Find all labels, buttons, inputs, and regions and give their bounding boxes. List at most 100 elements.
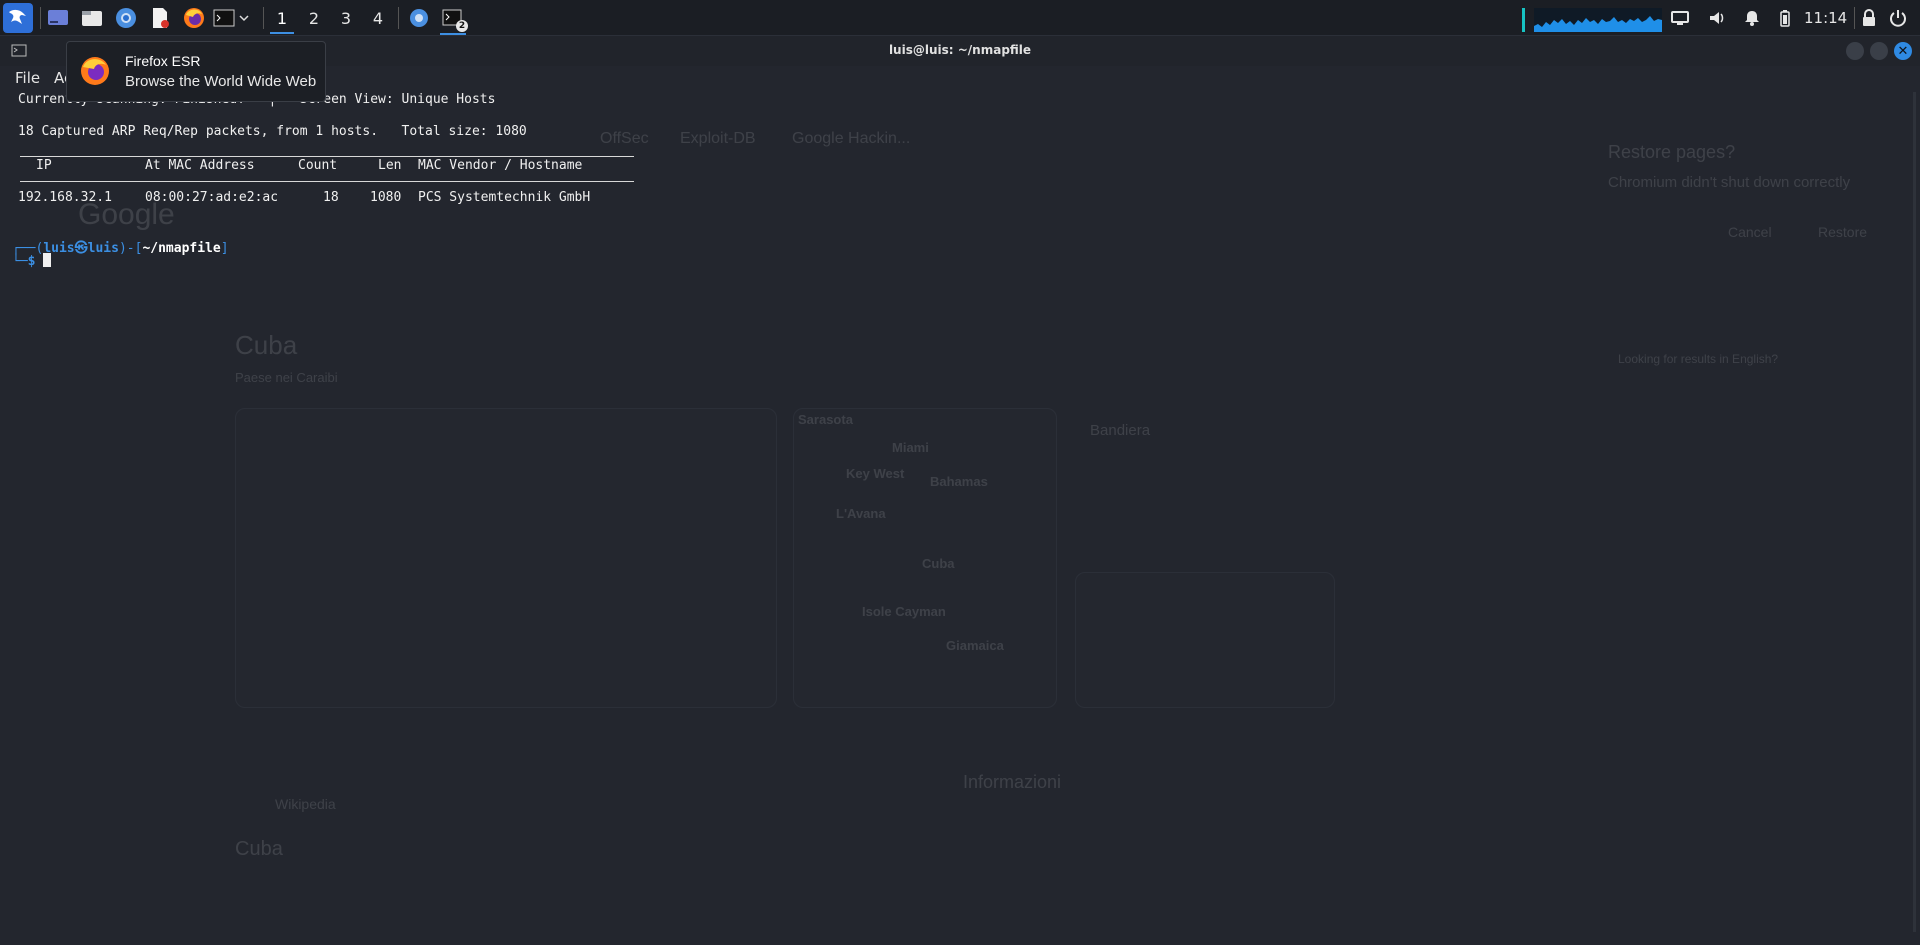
- info-title: Informazioni: [963, 772, 1062, 792]
- restore-cancel: Cancel: [1728, 224, 1772, 240]
- map-label: Bahamas: [930, 474, 988, 489]
- prompt-path: ~/nmapfile: [142, 241, 221, 256]
- battery-tray[interactable]: [1775, 8, 1795, 28]
- power-icon: [1890, 10, 1906, 27]
- ghost-map: [793, 408, 1057, 708]
- table-top-rule: [20, 156, 634, 157]
- task-terminal[interactable]: 2: [440, 5, 468, 35]
- result-title: Cuba: [235, 330, 298, 360]
- map-label: Cuba: [922, 556, 955, 571]
- file-manager-launcher[interactable]: [79, 5, 105, 31]
- close-icon: ✕: [1897, 43, 1909, 59]
- row-count: 18: [323, 190, 339, 205]
- top-panel: 1 2 3 4 2 11:14: [0, 0, 1920, 36]
- notifications-tray[interactable]: [1742, 8, 1762, 28]
- desktop-icon: [48, 10, 68, 25]
- workspace-1[interactable]: 1: [268, 4, 296, 34]
- close-button[interactable]: ✕: [1894, 42, 1912, 60]
- prompt-second: └─: [12, 254, 28, 269]
- document-edit-icon: [153, 8, 169, 28]
- map-label: Key West: [846, 466, 905, 481]
- workspace-3[interactable]: 3: [332, 4, 360, 32]
- panel-separator: [40, 7, 41, 29]
- workspace-4[interactable]: 4: [364, 4, 392, 32]
- terminal-launcher[interactable]: [211, 5, 237, 31]
- header-mac: At MAC Address: [145, 158, 255, 173]
- cpu-graph-edge: [1522, 8, 1525, 32]
- header-len: Len: [378, 158, 402, 173]
- kali-menu-button[interactable]: [3, 3, 33, 33]
- ghost-video: [1075, 572, 1335, 708]
- task-chromium[interactable]: [406, 5, 432, 31]
- browser-launcher[interactable]: [113, 5, 139, 31]
- volume-tray[interactable]: [1707, 8, 1727, 28]
- task-count-badge: 2: [456, 20, 468, 32]
- tooltip-title: Firefox ESR: [125, 53, 201, 69]
- text-cursor: [43, 253, 52, 267]
- firefox-icon: [184, 8, 204, 28]
- speaker-icon: [1710, 12, 1724, 24]
- bookmark: OffSec: [600, 130, 649, 147]
- wiki-source: Wikipedia: [275, 796, 336, 812]
- map-label: Sarasota: [798, 412, 853, 427]
- terminal-scrollbar[interactable]: [1913, 92, 1916, 932]
- battery-icon: [1780, 10, 1790, 27]
- panel-separator: [398, 7, 399, 29]
- panel-separator: [1854, 7, 1855, 29]
- restore-title: Restore pages?: [1608, 142, 1736, 162]
- cpu-graph: [1534, 8, 1662, 32]
- flag-label: Bandiera: [1090, 422, 1151, 439]
- table-header-rule: [20, 181, 634, 182]
- restore-restore: Restore: [1818, 224, 1868, 240]
- lock-icon: [1863, 9, 1875, 26]
- lock-screen-button[interactable]: [1859, 8, 1879, 28]
- bookmark: Google Hackin...: [792, 130, 911, 147]
- ghost-image: [235, 408, 777, 708]
- row-mac: 08:00:27:ad:e2:ac: [145, 190, 279, 205]
- row-ip: 192.168.32.1: [18, 190, 112, 205]
- prompt-at: ㉿: [74, 241, 88, 256]
- panel-clock[interactable]: 11:14: [1804, 9, 1847, 27]
- prompt-host: luis: [87, 241, 119, 256]
- chromium-icon: [116, 8, 136, 28]
- prompt-close: ]: [220, 241, 229, 256]
- header-count: Count: [298, 158, 338, 173]
- minimize-button[interactable]: [1846, 42, 1864, 60]
- result-subtitle: Paese nei Caraibi: [235, 370, 338, 385]
- tooltip-subtitle: Browse the World Wide Web: [125, 73, 317, 90]
- terminal-icon: [213, 9, 235, 27]
- text-editor-launcher[interactable]: [147, 5, 173, 31]
- prompt-dollar: $: [27, 254, 36, 269]
- display-tray[interactable]: [1670, 8, 1690, 28]
- chevron-down-icon: [239, 15, 249, 22]
- workspace-2[interactable]: 2: [300, 4, 328, 32]
- kali-dragon-icon: [9, 9, 26, 24]
- terminal-launcher-dropdown[interactable]: [237, 5, 251, 31]
- prompt-mid: )-[: [118, 241, 143, 256]
- map-label: Miami: [892, 440, 929, 455]
- launcher-tooltip: Firefox ESR Browse the World Wide Web: [66, 41, 326, 102]
- prompt-line-2[interactable]: └─$: [12, 253, 52, 269]
- background-browser-ghost: OffSec Exploit-DB Google Hackin... Googl…: [0, 90, 1920, 945]
- header-vendor: MAC Vendor / Hostname: [418, 158, 583, 173]
- logout-button[interactable]: [1888, 8, 1908, 28]
- show-desktop-button[interactable]: [45, 5, 71, 31]
- row-vendor: PCS Systemtechnik GmbH: [418, 190, 591, 205]
- firefox-launcher[interactable]: [181, 5, 207, 31]
- restore-message: Chromium didn't shut down correctly: [1608, 174, 1851, 191]
- bell-icon: [1745, 11, 1759, 26]
- monitor-icon: [1671, 11, 1689, 25]
- row-len: 1080: [370, 190, 402, 205]
- bookmark: Exploit-DB: [680, 130, 756, 147]
- maximize-button[interactable]: [1870, 42, 1888, 60]
- chromium-icon: [410, 9, 428, 27]
- english-hint: Looking for results in English?: [1618, 352, 1779, 366]
- header-ip: IP: [36, 158, 52, 173]
- cpu-graph-bars: [1534, 16, 1662, 32]
- firefox-icon: [81, 57, 109, 85]
- menu-file[interactable]: File: [15, 69, 40, 87]
- map-label: Giamaica: [946, 638, 1004, 653]
- map-label: Isole Cayman: [862, 604, 946, 619]
- map-label: L'Avana: [836, 506, 886, 521]
- panel-separator: [263, 7, 264, 29]
